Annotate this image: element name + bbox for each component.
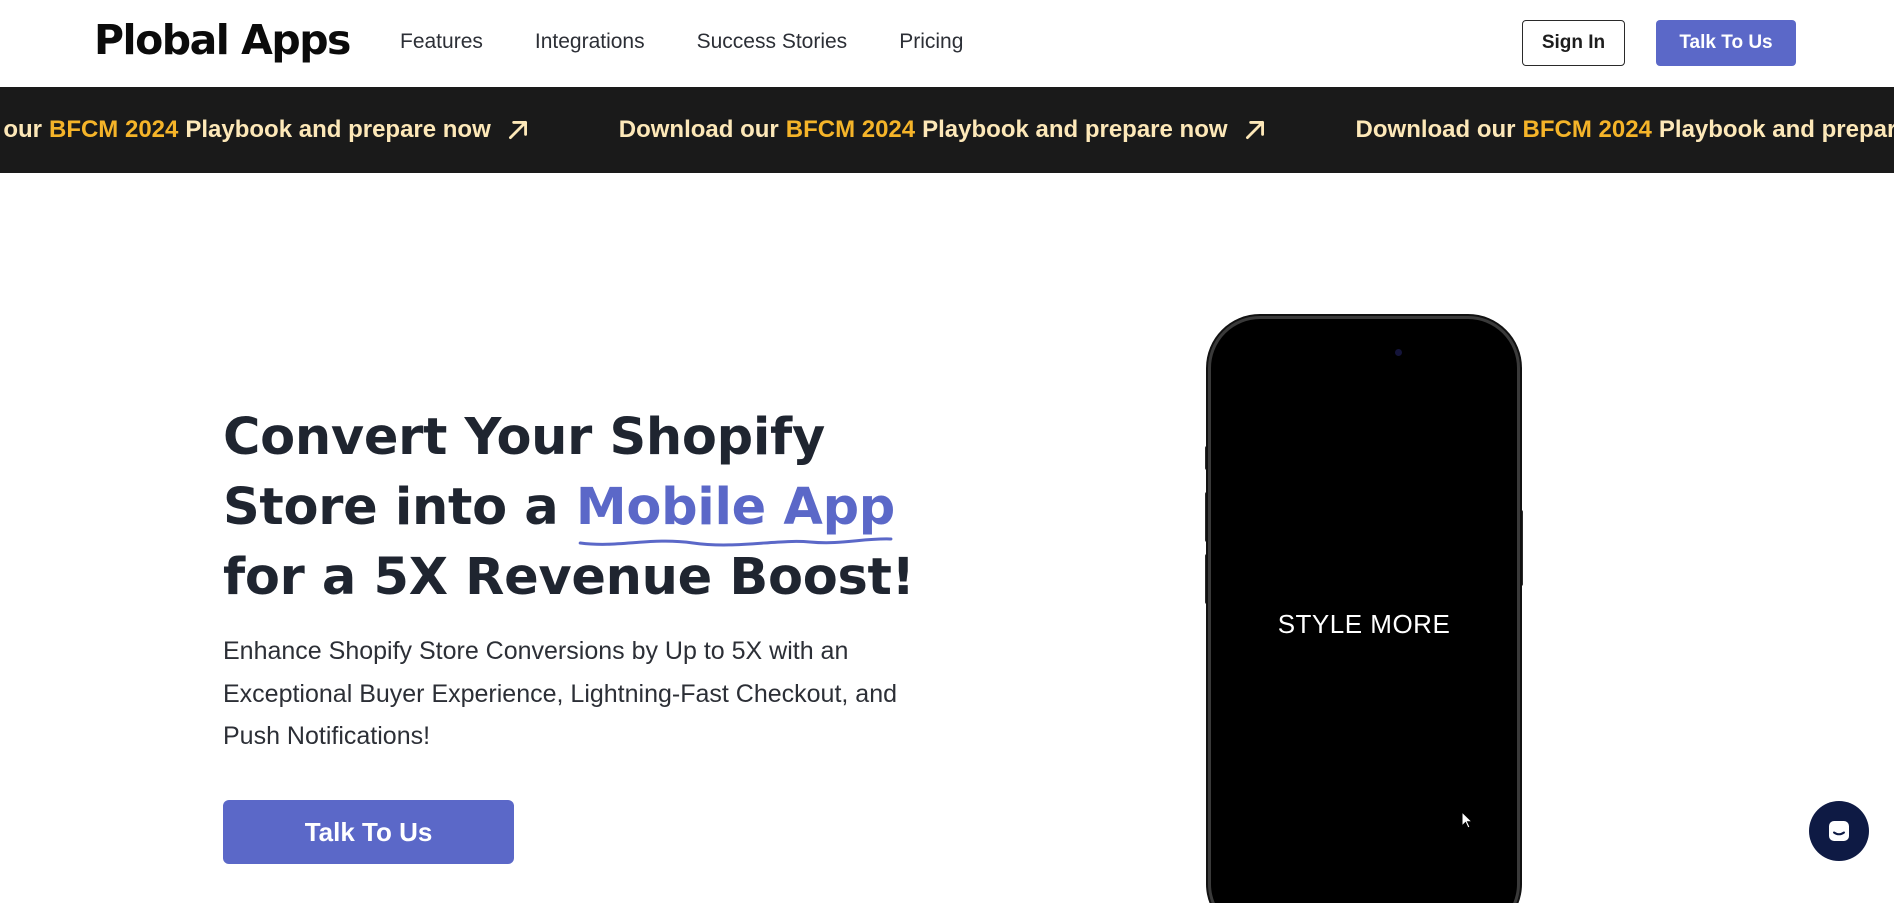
hero-title-accent: Mobile App (575, 473, 895, 547)
underline-squiggle-icon (578, 537, 893, 547)
banner-link[interactable]: Download our BFCM 2024 Playbook and prep… (619, 116, 1268, 144)
logo[interactable]: Plobal Apps (94, 16, 351, 64)
banner-highlight: BFCM 2024 (785, 116, 916, 143)
site-header: Plobal Apps Features Integrations Succes… (0, 0, 1897, 87)
phone-screen-text: STYLE MORE (1277, 609, 1451, 639)
hero-title-accent-text: Mobile App (575, 478, 895, 537)
arrow-up-right-icon (508, 121, 527, 139)
talk-to-us-hero-button[interactable]: Talk To Us (223, 800, 514, 864)
banner-prefix: Download our (618, 116, 779, 143)
banner-link[interactable]: Download our BFCM 2024 Playbook and prep… (0, 116, 531, 144)
banner-prefix: Download our (0, 116, 42, 143)
nav-features[interactable]: Features (400, 30, 483, 54)
banner-highlight: BFCM 2024 (1522, 116, 1652, 143)
chat-launcher-button[interactable] (1809, 801, 1869, 861)
banner-highlight: BFCM 2024 (48, 116, 179, 143)
arrow-up-right-icon (1245, 121, 1264, 139)
banner-suffix: Playbook and prepare now (185, 116, 491, 143)
hero-title-line3: for a 5X Revenue Boost! (223, 548, 915, 607)
chat-bubble-icon (1829, 821, 1849, 841)
nav-success-stories[interactable]: Success Stories (697, 30, 848, 54)
banner-track: Download our BFCM 2024 Playbook and prep… (0, 87, 1894, 173)
talk-to-us-header-button[interactable]: Talk To Us (1656, 20, 1796, 66)
banner-link[interactable]: Download our BFCM 2024 Playbook and prep… (1356, 116, 1894, 144)
announcement-banner: Download our BFCM 2024 Playbook and prep… (0, 87, 1894, 173)
sign-in-button[interactable]: Sign In (1522, 20, 1625, 66)
camera-icon (1395, 349, 1402, 356)
hero-title-line1: Convert Your Shopify (223, 408, 825, 467)
mouse-cursor-icon (1461, 811, 1474, 829)
hero-subtitle: Enhance Shopify Store Conversions by Up … (223, 637, 897, 750)
banner-suffix: Playbook and prepare now (922, 116, 1228, 143)
nav-pricing[interactable]: Pricing (899, 30, 963, 54)
hero-title: Convert Your Shopify Store into a Mobile… (223, 403, 943, 613)
banner-suffix: Playbook and prepare now (1658, 116, 1894, 143)
main-nav: Features Integrations Success Stories Pr… (400, 30, 963, 54)
hero-title-line2: Store into a (223, 478, 559, 537)
nav-integrations[interactable]: Integrations (535, 30, 645, 54)
banner-prefix: Download our (1355, 116, 1516, 143)
